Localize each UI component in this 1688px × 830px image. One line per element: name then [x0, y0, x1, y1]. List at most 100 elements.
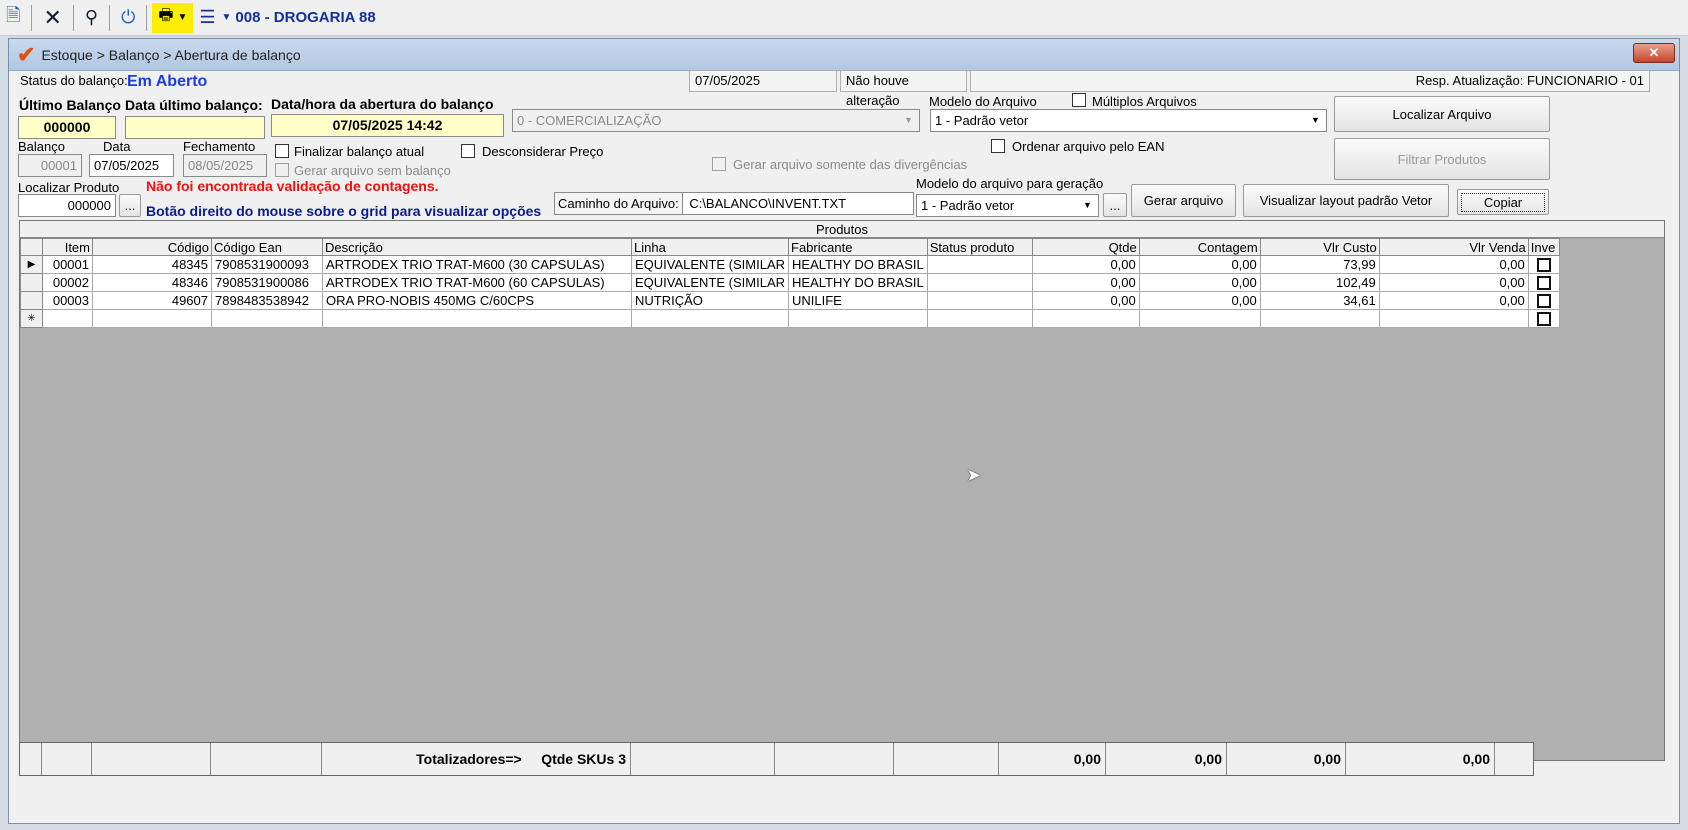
close-button[interactable]: ✕ — [1633, 43, 1675, 63]
chevron-down-icon[interactable]: ▼ — [1079, 197, 1096, 214]
copiar-button[interactable]: Copiar — [1457, 189, 1549, 215]
inventario-checkbox[interactable] — [1536, 312, 1551, 327]
ordenar-ean-checkbox[interactable] — [991, 139, 1005, 153]
cell-linha[interactable]: EQUIVALENTE (SIMILAR — [630, 255, 790, 274]
power-icon[interactable]: ⏻ — [115, 4, 141, 32]
inventario-checkbox[interactable] — [1536, 258, 1551, 273]
cell-empty[interactable] — [926, 309, 1033, 328]
cell-item[interactable]: 00002 — [42, 273, 93, 292]
chevron-down-icon[interactable]: ▼ — [900, 112, 917, 129]
table-row[interactable]: 00002 48346 7908531900086 ARTRODEX TRIO … — [20, 273, 1560, 292]
cell-status[interactable] — [926, 255, 1033, 274]
operacao-select[interactable]: 0 - COMERCIALIZAÇÃO ▼ — [512, 109, 920, 132]
chevron-down-icon[interactable]: ▼ — [1307, 112, 1324, 129]
row-header[interactable] — [20, 291, 43, 310]
cell-qtde[interactable]: 0,00 — [1031, 255, 1140, 274]
cell-empty[interactable] — [42, 309, 93, 328]
cell-inventario[interactable] — [1527, 255, 1560, 274]
cell-item[interactable]: 00003 — [42, 291, 93, 310]
cell-custo[interactable]: 73,99 — [1259, 255, 1380, 274]
data-field[interactable]: 07/05/2025 — [89, 154, 174, 177]
fechamento-field[interactable]: 08/05/2025 — [183, 154, 267, 177]
cell-empty[interactable] — [1378, 309, 1529, 328]
company-name[interactable]: 008 - DROGARIA 88 — [235, 9, 375, 26]
cell-codigo[interactable]: 48345 — [92, 255, 212, 274]
cell-descricao[interactable]: ARTRODEX TRIO TRAT-M600 (60 CAPSULAS) — [322, 273, 632, 292]
cell-empty[interactable] — [92, 309, 212, 328]
column-header-ean[interactable]: Código Ean — [211, 238, 323, 256]
column-header-custo[interactable]: Vlr Custo — [1259, 238, 1380, 256]
cell-qtde[interactable]: 0,00 — [1031, 273, 1140, 292]
cell-contagem[interactable]: 0,00 — [1138, 255, 1261, 274]
new-row-icon[interactable]: ✳ — [20, 309, 43, 328]
search-icon[interactable]: ⚲ — [79, 4, 104, 32]
cell-venda[interactable]: 0,00 — [1378, 291, 1529, 310]
column-header-fabricante[interactable]: Fabricante — [788, 238, 928, 256]
inventario-checkbox[interactable] — [1536, 294, 1551, 309]
cell-empty[interactable] — [1138, 309, 1261, 328]
column-header-contagem[interactable]: Contagem — [1138, 238, 1261, 256]
cell-empty[interactable] — [788, 309, 928, 328]
gerar-arquivo-button[interactable]: Gerar arquivo — [1131, 184, 1236, 217]
cell-inventario[interactable] — [1527, 273, 1560, 292]
multiplos-arquivos-checkbox[interactable] — [1072, 93, 1086, 107]
cell-custo[interactable]: 34,61 — [1259, 291, 1380, 310]
cell-codigo[interactable]: 48346 — [92, 273, 212, 292]
column-header-linha[interactable]: Linha — [630, 238, 790, 256]
cell-fabricante[interactable]: HEALTHY DO BRASIL — [788, 273, 928, 292]
column-header-codigo[interactable]: Código — [92, 238, 212, 256]
abertura-field[interactable]: 07/05/2025 14:42 — [271, 114, 504, 137]
new-document-icon[interactable]: 🗎 — [0, 4, 26, 32]
row-header[interactable] — [20, 273, 43, 292]
balanco-field[interactable]: 00001 — [18, 154, 82, 177]
cell-venda[interactable]: 0,00 — [1378, 273, 1529, 292]
caminho-arquivo-field[interactable]: Caminho do Arquivo: C:\BALANCO\INVENT.TX… — [554, 192, 914, 215]
print-button[interactable]: 🖶 ▼ — [152, 2, 194, 33]
ultimo-balanco-field[interactable]: 000000 — [18, 116, 116, 139]
cell-empty[interactable] — [211, 309, 323, 328]
cell-item[interactable]: 00001 — [42, 255, 93, 274]
cell-empty[interactable] — [1031, 309, 1140, 328]
cell-descricao[interactable]: ARTRODEX TRIO TRAT-M600 (30 CAPSULAS) — [322, 255, 632, 274]
column-header-item[interactable]: Item — [42, 238, 93, 256]
chevron-down-icon[interactable]: ▼ — [222, 12, 232, 23]
column-header-status[interactable]: Status produto — [926, 238, 1033, 256]
cell-venda[interactable]: 0,00 — [1378, 255, 1529, 274]
divergencias-checkbox[interactable] — [712, 157, 726, 171]
delete-icon[interactable]: ✕ — [37, 4, 67, 32]
cell-inventario[interactable] — [1527, 309, 1560, 328]
filtrar-produtos-button[interactable]: Filtrar Produtos — [1334, 138, 1550, 180]
cell-ean[interactable]: 7908531900086 — [211, 273, 323, 292]
products-grid[interactable]: Produtos Item Código Código Ean Descriçã… — [19, 220, 1665, 761]
cell-empty[interactable] — [322, 309, 632, 328]
cell-empty[interactable] — [630, 309, 790, 328]
cell-ean[interactable]: 7908531900093 — [211, 255, 323, 274]
cell-descricao[interactable]: ORA PRO-NOBIS 450MG C/60CPS — [322, 291, 632, 310]
cell-custo[interactable]: 102,49 — [1259, 273, 1380, 292]
gerar-sem-balanco-checkbox[interactable] — [275, 163, 289, 177]
localizar-produto-field[interactable]: 000000 — [18, 194, 116, 217]
column-header-inventario[interactable]: Inve — [1527, 238, 1560, 256]
modelo-arquivo-select[interactable]: 1 - Padrão vetor ▼ — [930, 109, 1327, 132]
column-header-qtde[interactable]: Qtde — [1031, 238, 1140, 256]
finalizar-balanco-checkbox[interactable] — [275, 144, 289, 158]
desconsiderar-preco-checkbox[interactable] — [461, 144, 475, 158]
localizar-arquivo-button[interactable]: Localizar Arquivo — [1334, 96, 1550, 132]
cell-qtde[interactable]: 0,00 — [1031, 291, 1140, 310]
modelo-geracao-ellipsis-button[interactable]: ... — [1103, 193, 1127, 217]
cell-status[interactable] — [926, 273, 1033, 292]
data-ultimo-field[interactable] — [125, 116, 265, 139]
inventario-checkbox[interactable] — [1536, 276, 1551, 291]
cell-contagem[interactable]: 0,00 — [1138, 291, 1261, 310]
cell-fabricante[interactable]: HEALTHY DO BRASIL — [788, 255, 928, 274]
cell-linha[interactable]: EQUIVALENTE (SIMILAR — [630, 273, 790, 292]
table-row[interactable]: ▶ 00001 48345 7908531900093 ARTRODEX TRI… — [20, 255, 1560, 274]
company-menu-icon[interactable]: ☰ — [193, 4, 221, 32]
column-header-descricao[interactable]: Descrição — [322, 238, 632, 256]
modelo-geracao-select[interactable]: 1 - Padrão vetor ▼ — [916, 194, 1099, 217]
cell-ean[interactable]: 7898483538942 — [211, 291, 323, 310]
cell-inventario[interactable] — [1527, 291, 1560, 310]
cell-contagem[interactable]: 0,00 — [1138, 273, 1261, 292]
column-header-venda[interactable]: Vlr Venda — [1378, 238, 1529, 256]
cell-codigo[interactable]: 49607 — [92, 291, 212, 310]
